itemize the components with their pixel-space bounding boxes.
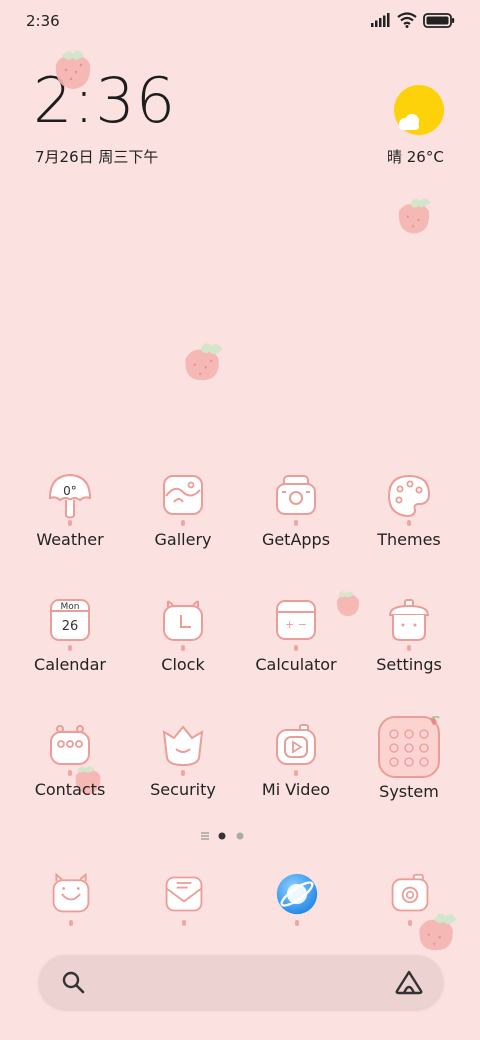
mi-video-icon (276, 724, 316, 765)
icon-stem (295, 920, 299, 926)
app-getapps[interactable]: GetApps (240, 472, 352, 549)
icon-stem (182, 920, 186, 926)
calendar-icon-day: 26 (62, 619, 79, 634)
clock-icon (163, 600, 203, 641)
hamburger-icon (201, 832, 209, 840)
app-label: Themes (377, 530, 441, 549)
wifi-icon (397, 12, 417, 28)
app-contacts[interactable]: Contacts (14, 722, 126, 799)
dock-camera[interactable] (380, 872, 440, 926)
app-label: Calculator (255, 655, 337, 674)
app-clock[interactable]: Clock (127, 597, 239, 674)
battery-icon (423, 13, 455, 28)
voice-assistant-icon[interactable] (394, 969, 424, 995)
app-label: Mi Video (261, 780, 331, 799)
icon-stem (294, 770, 298, 776)
icon-stem (407, 645, 411, 651)
page-indicator[interactable] (200, 830, 260, 842)
app-label: GetApps (261, 530, 331, 549)
app-label: Security (150, 780, 216, 799)
system-folder-icon (378, 716, 440, 778)
icon-stem (68, 520, 72, 526)
app-label: Settings (376, 655, 442, 674)
weather-icon-temp: 0° (63, 484, 77, 498)
app-label: Clock (161, 655, 205, 674)
weather-widget-summary[interactable]: 晴 26°C (387, 146, 444, 167)
strawberry-decoration-icon (185, 343, 223, 381)
calculator-icon-symbols: + − (285, 618, 307, 631)
weather-icon: 0° (48, 473, 92, 519)
strawberry-decoration-icon (398, 198, 431, 234)
page-dot (236, 832, 244, 840)
page-dot-active (218, 832, 226, 840)
icon-stem (181, 520, 185, 526)
app-label: System (379, 782, 439, 801)
calendar-icon: Mon 26 (50, 599, 90, 641)
icon-stem (408, 920, 412, 926)
icon-stem (294, 645, 298, 651)
app-mi-video[interactable]: Mi Video (240, 722, 352, 799)
messages-icon (165, 876, 203, 912)
app-calendar[interactable]: Mon 26 Calendar (14, 597, 126, 674)
dock-messages[interactable] (154, 872, 214, 926)
search-icon (62, 971, 85, 994)
app-themes[interactable]: Themes (353, 472, 465, 549)
app-security[interactable]: Security (127, 722, 239, 799)
app-weather[interactable]: 0° Weather (14, 472, 126, 549)
calculator-icon: + − (276, 600, 316, 640)
dock-phone[interactable] (41, 872, 101, 926)
dock-browser[interactable] (267, 872, 327, 926)
app-settings[interactable]: Settings (353, 597, 465, 674)
icon-stem (69, 920, 73, 926)
app-label: Gallery (154, 530, 212, 549)
phone-icon (52, 872, 90, 913)
signal-icon (371, 13, 390, 27)
icon-stem (294, 520, 298, 526)
contacts-icon (50, 725, 90, 765)
status-bar-time: 2:36 (26, 12, 60, 30)
camera-icon (391, 873, 429, 912)
icon-stem (68, 645, 72, 651)
app-label: Calendar (34, 655, 106, 674)
security-icon (162, 725, 204, 767)
icon-stem (181, 770, 185, 776)
icon-stem (181, 645, 185, 651)
clock-widget-date[interactable]: 7月26日 周三下午 (35, 146, 158, 167)
search-bar[interactable] (39, 955, 443, 1009)
gallery-icon (163, 475, 203, 515)
app-calculator[interactable]: + − Calculator (240, 597, 352, 674)
icon-stem (68, 770, 72, 776)
sunny-weather-icon[interactable] (392, 84, 446, 138)
folder-system[interactable]: System (353, 716, 465, 801)
themes-icon (387, 474, 431, 518)
getapps-icon (276, 475, 316, 515)
browser-icon (276, 873, 318, 915)
icon-stem (407, 520, 411, 526)
app-label: Contacts (34, 780, 106, 799)
settings-icon (388, 599, 430, 641)
app-gallery[interactable]: Gallery (127, 472, 239, 549)
app-label: Weather (36, 530, 104, 549)
strawberry-decoration-icon (55, 50, 91, 89)
calendar-icon-month: Mon (61, 602, 80, 612)
